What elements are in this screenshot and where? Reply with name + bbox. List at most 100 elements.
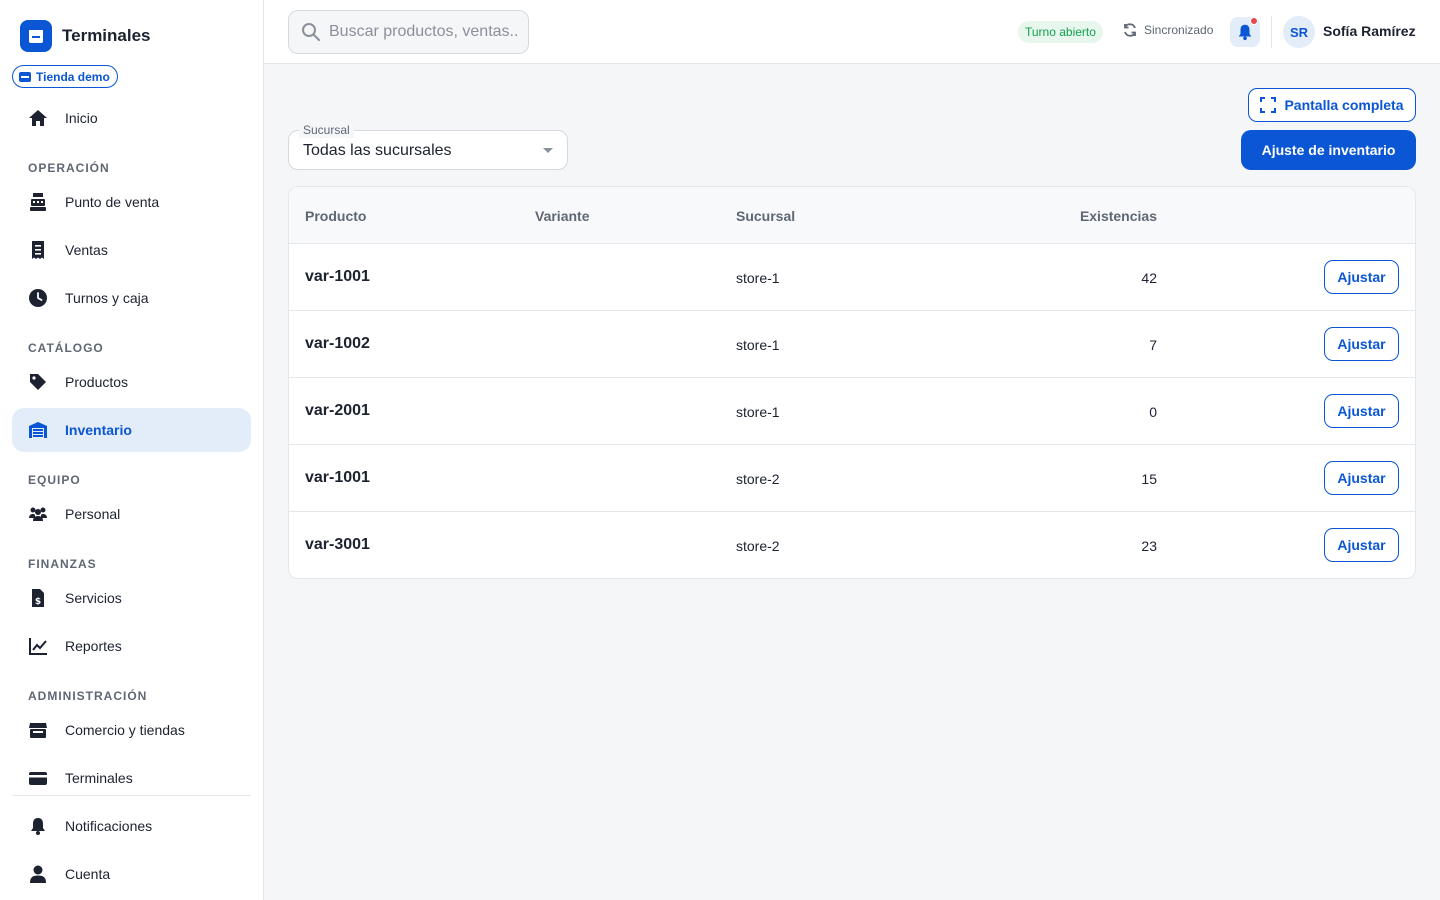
sidebar-item-label: Ventas xyxy=(65,242,108,258)
section-label-operacion: OPERACIÓN xyxy=(28,161,110,175)
chevron-down-icon xyxy=(543,148,553,153)
sidebar-item-terminales[interactable]: Terminales xyxy=(12,756,251,800)
adjust-button[interactable]: Ajustar xyxy=(1324,327,1399,361)
stock-cell: 42 xyxy=(1141,270,1157,286)
receipt-icon xyxy=(27,239,49,261)
sidebar-item-label: Terminales xyxy=(65,770,133,786)
store-icon xyxy=(27,719,49,741)
table-row: var-1001 store-2 15 Ajustar xyxy=(289,445,1415,512)
clock-icon xyxy=(27,287,49,309)
stock-cell: 23 xyxy=(1141,538,1157,554)
column-header-product[interactable]: Producto xyxy=(305,208,366,224)
column-header-stock[interactable]: Existencias xyxy=(1080,208,1157,224)
section-label-catalogo: CATÁLOGO xyxy=(28,341,104,355)
bell-icon xyxy=(27,815,49,837)
product-cell: var-2001 xyxy=(305,402,370,419)
column-header-branch[interactable]: Sucursal xyxy=(736,208,795,224)
table-header: Producto Variante Sucursal Existencias xyxy=(289,187,1415,244)
table-row: var-3001 store-2 23 Ajustar xyxy=(289,512,1415,578)
branch-cell: store-1 xyxy=(736,270,780,286)
sync-status-label: Sincronizado xyxy=(1144,23,1214,37)
sidebar-item-label: Notificaciones xyxy=(65,818,153,834)
avatar[interactable]: SR xyxy=(1283,16,1315,48)
table-row: var-1002 store-1 7 Ajustar xyxy=(289,311,1415,378)
adjust-button[interactable]: Ajustar xyxy=(1324,461,1399,495)
store-badge-label: Tienda demo xyxy=(36,69,110,84)
sidebar-item-label: Cuenta xyxy=(65,866,111,882)
svg-text:$: $ xyxy=(35,597,41,607)
stock-cell: 15 xyxy=(1141,471,1157,487)
line-chart-icon xyxy=(27,635,49,657)
table-row: var-1001 store-1 42 Ajustar xyxy=(289,244,1415,311)
store-badge[interactable]: Tienda demo xyxy=(12,65,118,88)
branch-cell: store-1 xyxy=(736,404,780,420)
sidebar-item-label: Reportes xyxy=(65,638,122,654)
adjust-button[interactable]: Ajustar xyxy=(1324,528,1399,562)
sidebar-item-label: Turnos y caja xyxy=(65,290,149,306)
sidebar: Terminales Tienda demo Inicio OPERACIÓN … xyxy=(0,0,264,900)
app-title: Terminales xyxy=(62,26,151,45)
section-label-finanzas: FINANZAS xyxy=(28,557,97,571)
sidebar-item-ventas[interactable]: Ventas xyxy=(12,228,251,272)
sidebar-item-label: Productos xyxy=(65,374,129,390)
sidebar-item-label: Servicios xyxy=(65,590,122,606)
product-cell: var-1001 xyxy=(305,469,370,486)
user-name[interactable]: Sofía Ramírez xyxy=(1323,23,1416,39)
stock-cell: 7 xyxy=(1149,337,1157,353)
brand[interactable]: Terminales xyxy=(20,20,151,52)
users-icon xyxy=(27,503,49,525)
notifications-button[interactable] xyxy=(1230,17,1260,47)
sidebar-item-inventario[interactable]: Inventario xyxy=(12,408,251,452)
sidebar-item-label: Punto de venta xyxy=(65,194,160,210)
sidebar-item-productos[interactable]: Productos xyxy=(12,360,251,404)
search-icon xyxy=(302,23,320,41)
branch-select-value: Todas las sucursales xyxy=(303,142,452,159)
sidebar-item-label: Personal xyxy=(65,506,121,522)
home-icon xyxy=(27,107,49,129)
inventory-adjust-button[interactable]: Ajuste de inventario xyxy=(1241,130,1416,170)
topbar-divider xyxy=(1271,16,1272,48)
column-header-variant[interactable]: Variante xyxy=(535,208,589,224)
branch-select-label: Sucursal xyxy=(299,122,354,138)
sidebar-item-label: Comercio y tiendas xyxy=(65,722,185,738)
fullscreen-button[interactable]: Pantalla completa xyxy=(1248,88,1416,122)
notification-dot xyxy=(1250,17,1258,25)
adjust-button[interactable]: Ajustar xyxy=(1324,394,1399,428)
store-logo-icon xyxy=(20,20,52,52)
credit-card-icon xyxy=(27,767,49,789)
sidebar-item-personal[interactable]: Personal xyxy=(12,492,251,536)
sidebar-item-servicios[interactable]: $ Servicios xyxy=(12,576,251,620)
adjust-button[interactable]: Ajustar xyxy=(1324,260,1399,294)
search-box[interactable] xyxy=(288,10,529,54)
store-icon xyxy=(19,71,31,82)
sidebar-item-inicio[interactable]: Inicio xyxy=(12,96,251,140)
branch-cell: store-2 xyxy=(736,538,780,554)
section-label-administracion: ADMINISTRACIÓN xyxy=(28,689,148,703)
stock-cell: 0 xyxy=(1149,404,1157,420)
user-icon xyxy=(27,863,49,885)
bell-icon xyxy=(1238,24,1252,41)
branch-cell: store-1 xyxy=(736,337,780,353)
tag-icon xyxy=(27,371,49,393)
section-label-equipo: EQUIPO xyxy=(28,473,81,487)
sidebar-item-turnos-y-caja[interactable]: Turnos y caja xyxy=(12,276,251,320)
fullscreen-button-label: Pantalla completa xyxy=(1284,97,1404,113)
sync-status[interactable]: Sincronizado xyxy=(1122,22,1213,38)
invoice-dollar-icon: $ xyxy=(27,587,49,609)
branch-select[interactable]: Sucursal Todas las sucursales xyxy=(288,122,568,170)
cash-register-icon xyxy=(27,191,49,213)
inventory-table: Producto Variante Sucursal Existencias v… xyxy=(288,186,1416,579)
product-cell: var-3001 xyxy=(305,536,370,553)
product-cell: var-1001 xyxy=(305,268,370,285)
sidebar-item-reportes[interactable]: Reportes xyxy=(12,624,251,668)
sidebar-item-comercio-y-tiendas[interactable]: Comercio y tiendas xyxy=(12,708,251,752)
sidebar-divider xyxy=(12,795,251,796)
sidebar-item-cuenta[interactable]: Cuenta xyxy=(12,852,251,896)
fullscreen-icon xyxy=(1260,97,1277,113)
table-row: var-2001 store-1 0 Ajustar xyxy=(289,378,1415,445)
sidebar-item-punto-de-venta[interactable]: Punto de venta xyxy=(12,180,251,224)
sidebar-item-notificaciones[interactable]: Notificaciones xyxy=(12,804,251,848)
sidebar-item-label: Inventario xyxy=(65,422,132,438)
search-input[interactable] xyxy=(329,23,519,41)
sync-icon xyxy=(1124,23,1136,37)
